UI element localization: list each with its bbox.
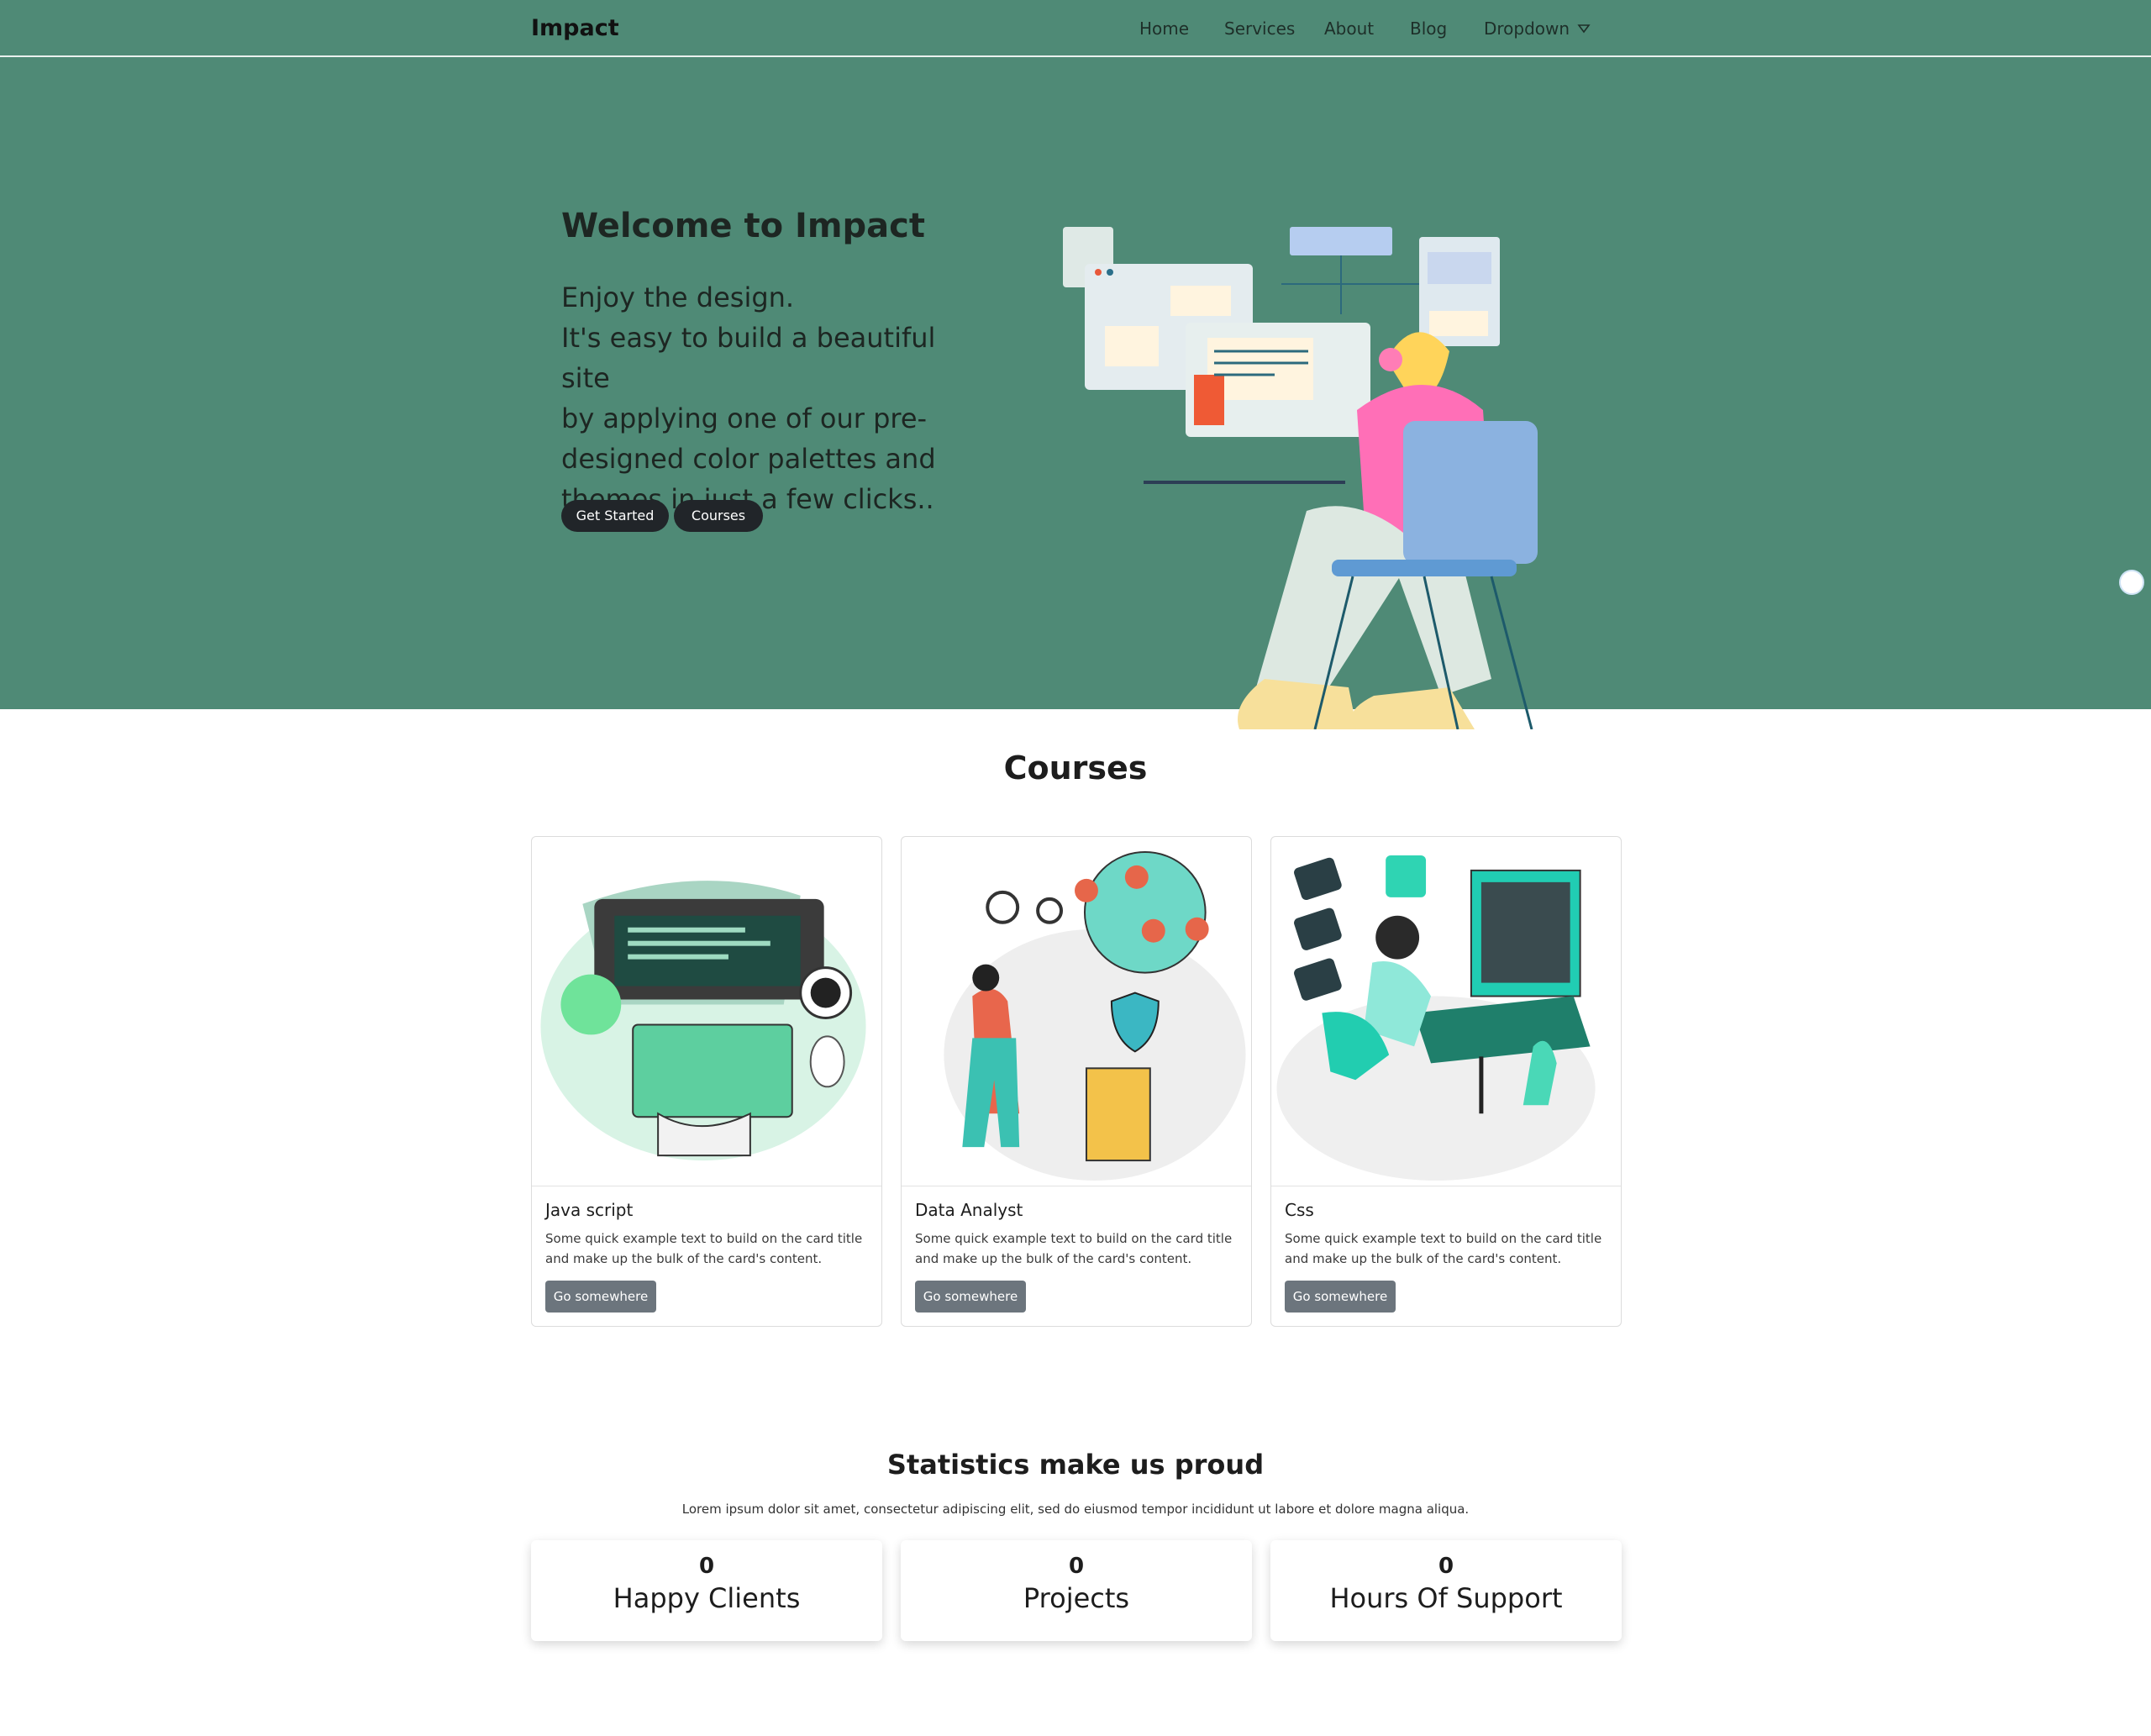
navbar: Impact Home Services About Blog Dropdown [0, 0, 2151, 57]
css-illustration [1271, 855, 1621, 1186]
go-somewhere-button[interactable]: Go somewhere [915, 1281, 1026, 1313]
globe-icon[interactable] [2119, 570, 2144, 595]
card-text: Some quick example text to build on the … [545, 1231, 863, 1266]
card-text: Some quick example text to build on the … [1285, 1231, 1602, 1266]
courses-heading: Courses [1003, 750, 1148, 786]
go-somewhere-button[interactable]: Go somewhere [1285, 1281, 1396, 1313]
hero-line: Enjoy the design. [561, 281, 795, 313]
stat-card: 0 Happy Clients [531, 1540, 882, 1641]
data-analyst-illustration [902, 850, 1251, 1186]
javascript-illustration [532, 881, 881, 1186]
card-title: Java script [545, 1200, 634, 1220]
hero-line: by applying one of our pre- [561, 402, 928, 434]
courses-button[interactable]: Courses [674, 500, 763, 532]
stat-value: 0 [1068, 1554, 1085, 1579]
card-title: Css [1285, 1200, 1314, 1220]
hero-line: It's easy to build a beautiful site [561, 322, 936, 394]
stat-card: 0 Projects [901, 1540, 1252, 1641]
go-somewhere-button[interactable]: Go somewhere [545, 1281, 656, 1313]
stat-card: 0 Hours Of Support [1270, 1540, 1622, 1641]
get-started-button[interactable]: Get Started [561, 500, 669, 532]
brand-logo[interactable]: Impact [531, 15, 619, 41]
developer-illustration [1063, 227, 1538, 729]
hero-section: Welcome to Impact Enjoy the design. It's… [0, 57, 2151, 729]
stat-value: 0 [698, 1554, 715, 1579]
stats-heading: Statistics make us proud [886, 1449, 1265, 1481]
nav-dropdown[interactable]: Dropdown [1484, 18, 1570, 39]
stat-label: Hours Of Support [1329, 1582, 1563, 1614]
stat-value: 0 [1438, 1554, 1454, 1579]
course-card: Css Some quick example text to build on … [1270, 836, 1622, 1327]
card-text: Some quick example text to build on the … [915, 1231, 1233, 1266]
nav-services[interactable]: Services [1224, 18, 1295, 39]
hero-description: Enjoy the design. It's easy to build a b… [561, 277, 981, 519]
nav-blog[interactable]: Blog [1410, 18, 1447, 39]
course-card: Data Analyst Some quick example text to … [901, 836, 1252, 1327]
stat-label: Projects [1023, 1582, 1130, 1614]
stat-label: Happy Clients [613, 1582, 801, 1614]
course-card: Java script Some quick example text to b… [531, 836, 882, 1327]
stats-subtitle: Lorem ipsum dolor sit amet, consectetur … [681, 1502, 1470, 1517]
chevron-down-icon[interactable] [1577, 24, 1591, 34]
card-title: Data Analyst [915, 1200, 1023, 1220]
hero-line: designed color palettes and [561, 443, 936, 475]
hero-title: Welcome to Impact [561, 207, 926, 245]
nav-about[interactable]: About [1324, 18, 1374, 39]
nav-home[interactable]: Home [1139, 18, 1189, 39]
